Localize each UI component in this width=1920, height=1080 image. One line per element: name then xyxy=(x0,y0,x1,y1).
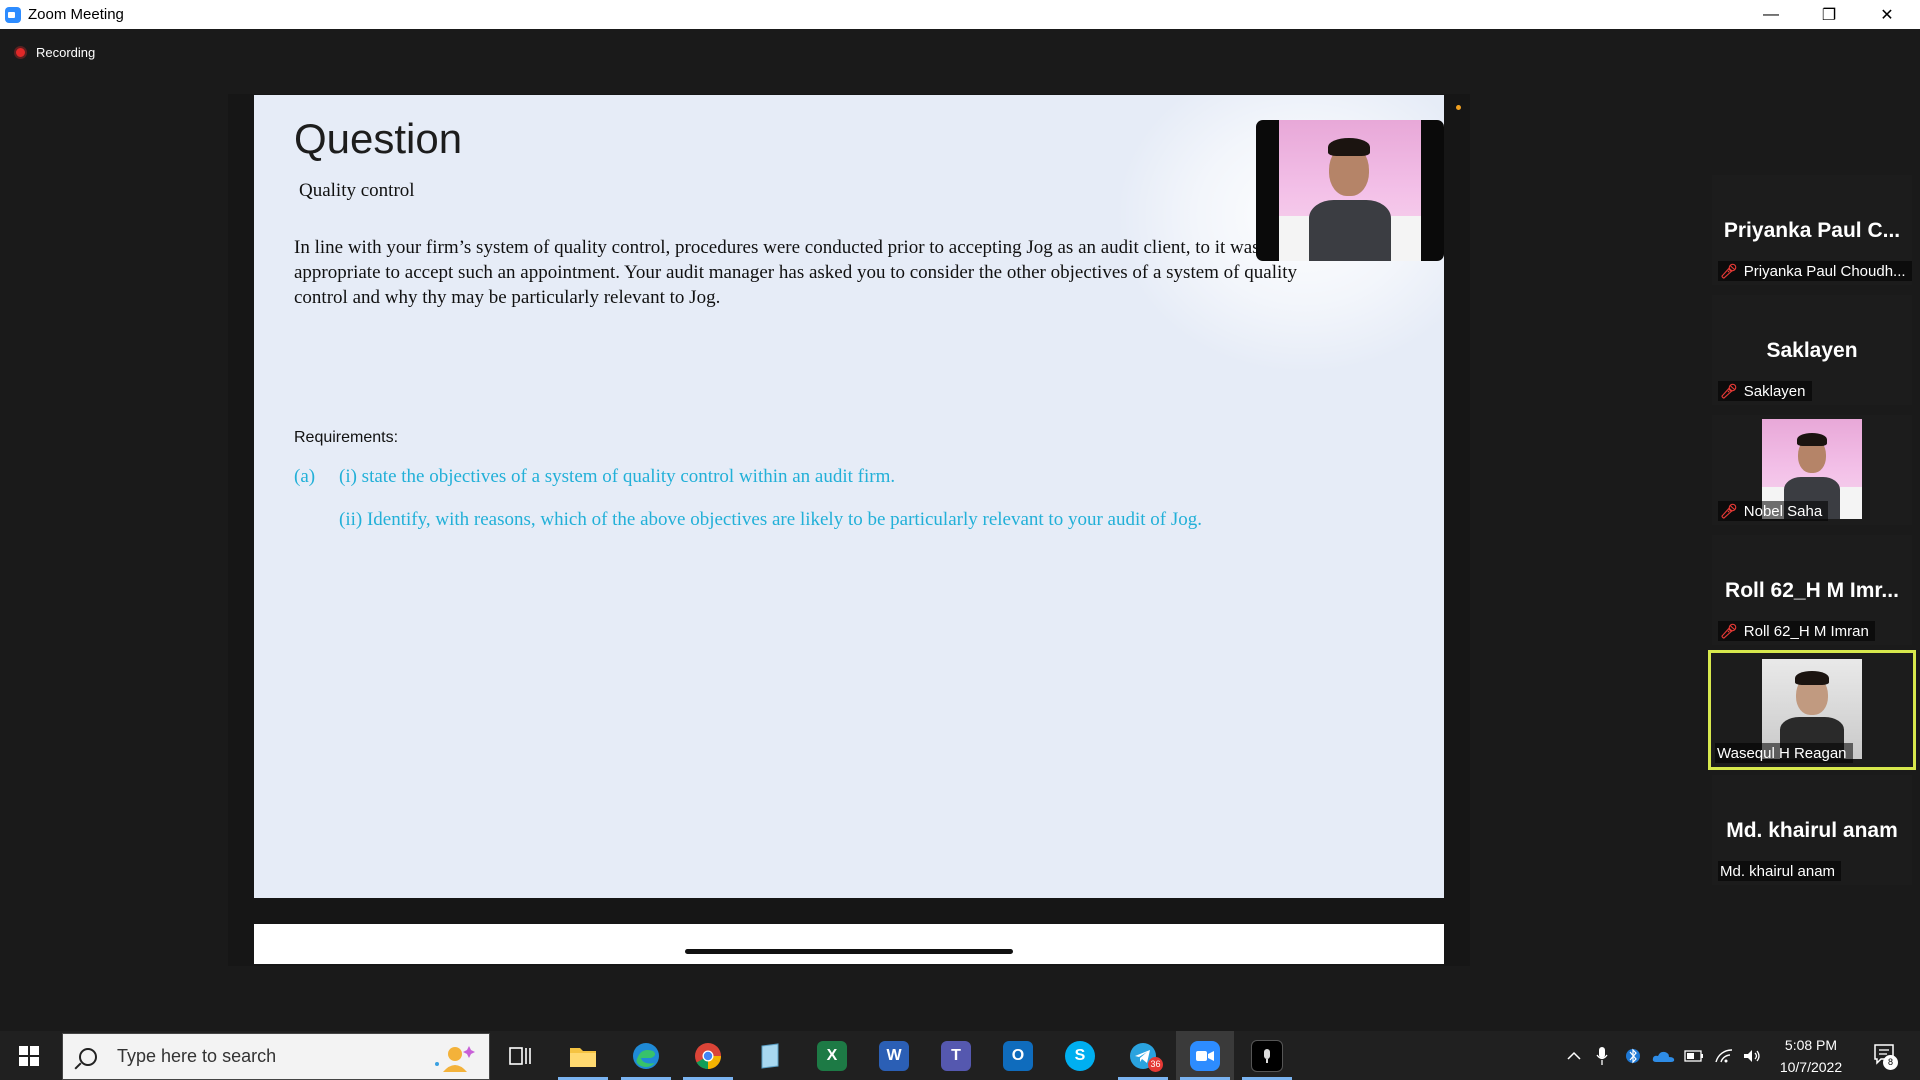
participant-name-label: 🎤︎ Saklayen xyxy=(1718,381,1812,401)
participant-name-label: 🎤︎ Roll 62_H M Imran xyxy=(1718,621,1875,641)
participant-name: Wasequl H Reagan xyxy=(1717,744,1847,762)
telegram-icon[interactable]: 36 xyxy=(1114,1031,1172,1080)
status-dot xyxy=(1456,105,1461,110)
wifi-icon[interactable] xyxy=(1714,1031,1734,1080)
participant-display-name: Saklayen xyxy=(1766,339,1858,362)
microphone-icon[interactable] xyxy=(1596,1031,1608,1080)
show-hidden-icons[interactable] xyxy=(1566,1031,1582,1080)
slide-body: In line with your firm’s system of quali… xyxy=(294,237,1298,308)
taskbar: Type here to search X W T O S 36 5:08 PM… xyxy=(0,1031,1920,1080)
participant-name-label: 🎤︎ Priyanka Paul Choudh... xyxy=(1718,261,1912,281)
restore-button[interactable]: ❐ xyxy=(1800,0,1858,29)
window-title: Zoom Meeting xyxy=(28,6,124,23)
search-placeholder: Type here to search xyxy=(117,1046,277,1066)
participant-display-name: Priyanka Paul C... xyxy=(1723,219,1901,242)
slide-title: Question xyxy=(294,115,463,162)
participant-name-label: Md. khairul anam xyxy=(1718,861,1842,881)
scroll-indicator[interactable] xyxy=(685,949,1013,954)
participant-tile[interactable]: Priyanka Paul C... 🎤︎ Priyanka Paul Chou… xyxy=(1712,175,1912,285)
teams-icon[interactable]: T xyxy=(927,1031,985,1080)
participant-tile[interactable]: 🎤︎ Nobel Saha xyxy=(1712,415,1912,525)
participant-name: Roll 62_H M Imran xyxy=(1743,622,1869,640)
requirement-ii: (ii) Identify, with reasons, which of th… xyxy=(339,509,1202,530)
bluetooth-icon[interactable] xyxy=(1626,1031,1640,1080)
taskbar-search[interactable]: Type here to search xyxy=(62,1033,490,1080)
slide-bottom-strip xyxy=(254,924,1444,964)
recording-indicator[interactable]: Recording xyxy=(14,45,95,60)
outlook-icon[interactable]: O xyxy=(989,1031,1047,1080)
close-button[interactable]: ✕ xyxy=(1858,0,1916,29)
minimize-button[interactable]: — xyxy=(1742,0,1800,29)
participant-tile[interactable]: Md. khairul anam Md. khairul anam xyxy=(1712,775,1912,885)
participant-name-label: 🎤︎ Nobel Saha xyxy=(1718,501,1829,521)
item-label: (a) xyxy=(294,466,316,487)
notification-count: 8 xyxy=(1883,1055,1898,1070)
zoom-icon[interactable] xyxy=(1176,1031,1234,1080)
start-button[interactable] xyxy=(0,1031,58,1080)
muted-mic-icon: 🎤︎ xyxy=(1720,382,1738,399)
file-explorer-icon[interactable] xyxy=(554,1031,612,1080)
onedrive-icon[interactable] xyxy=(1652,1031,1676,1080)
participant-name: Md. khairul anam xyxy=(1720,862,1836,880)
participant-tile[interactable]: Saklayen 🎤︎ Saklayen xyxy=(1712,295,1912,405)
excel-icon[interactable]: X xyxy=(803,1031,861,1080)
participant-name-label: Wasequl H Reagan xyxy=(1715,743,1853,763)
task-view-icon[interactable] xyxy=(491,1031,549,1080)
participant-name: Saklayen xyxy=(1743,382,1806,400)
telegram-badge: 36 xyxy=(1148,1057,1163,1072)
notification-center-icon[interactable]: 8 xyxy=(1873,1043,1898,1070)
participant-display-name: Roll 62_H M Imr... xyxy=(1725,579,1899,602)
skype-icon[interactable]: S xyxy=(1051,1031,1109,1080)
muted-mic-icon: 🎤︎ xyxy=(1720,622,1738,639)
muted-mic-icon: 🎤︎ xyxy=(1720,502,1738,519)
slide-subtitle: Quality control xyxy=(299,180,415,201)
recording-icon xyxy=(14,46,27,59)
active-speaker-tile[interactable]: Wasequl H Reagan xyxy=(1708,650,1916,770)
title-bar: Zoom Meeting — ❐ ✕ xyxy=(0,0,1920,29)
windows-logo-icon xyxy=(19,1045,39,1066)
zoom-app-icon xyxy=(5,6,21,23)
word-icon[interactable]: W xyxy=(865,1031,923,1080)
participant-display-name: Md. khairul anam xyxy=(1726,819,1898,842)
edge-icon[interactable] xyxy=(617,1031,675,1080)
search-highlight-icon xyxy=(435,1046,475,1072)
clock-time: 5:08 PM xyxy=(1784,1037,1838,1053)
participant-name: Priyanka Paul Choudh... xyxy=(1743,262,1906,280)
system-clock[interactable]: 5:08 PM 10/7/2022 xyxy=(1752,1034,1870,1078)
app-icon[interactable] xyxy=(1238,1031,1296,1080)
presenter-video[interactable] xyxy=(1256,120,1444,261)
search-icon xyxy=(79,1047,97,1066)
recording-label: Recording xyxy=(36,45,96,60)
requirement-i: (i) state the objectives of a system of … xyxy=(339,466,896,487)
presenter-image xyxy=(1279,120,1421,261)
clock-date: 10/7/2022 xyxy=(1779,1059,1843,1075)
notepad-icon[interactable] xyxy=(741,1031,799,1080)
battery-icon[interactable] xyxy=(1684,1031,1704,1080)
participant-tile[interactable]: Roll 62_H M Imr... 🎤︎ Roll 62_H M Imran xyxy=(1712,535,1912,645)
chrome-icon[interactable] xyxy=(679,1031,737,1080)
muted-mic-icon: 🎤︎ xyxy=(1720,262,1738,279)
requirements-label: Requirements: xyxy=(294,429,399,446)
participant-name: Nobel Saha xyxy=(1743,502,1823,520)
